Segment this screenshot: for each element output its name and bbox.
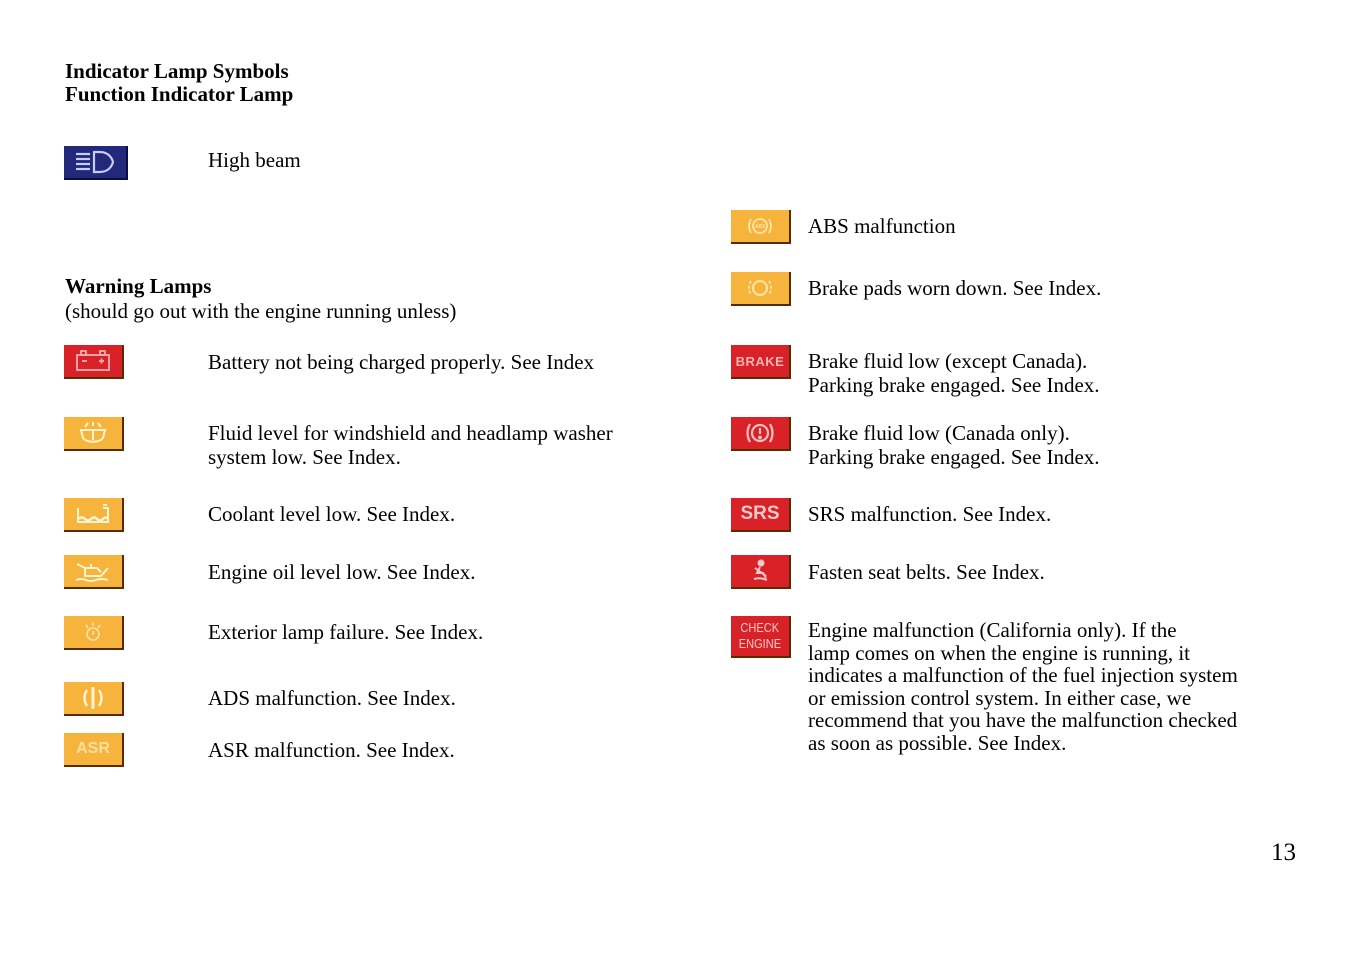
check-engine-description: Engine malfunction (California only). If…: [808, 618, 1238, 755]
heading-indicator-lamp-symbols: Indicator Lamp Symbols: [65, 59, 289, 83]
brake-pad-description: Brake pads worn down. See Index.: [808, 276, 1102, 300]
washer-fluid-description: Fluid level for windshield and headlamp …: [208, 421, 613, 469]
srs-icon: SRS: [731, 498, 791, 532]
oil-can-icon: [64, 555, 124, 589]
warning-lamps-title: Warning Lamps: [65, 274, 212, 298]
ads-description: ADS malfunction. See Index.: [208, 686, 456, 710]
brake-pad-icon: [731, 272, 791, 306]
warning-lamps-subtitle: (should go out with the engine running u…: [65, 299, 457, 323]
high-beam-description: High beam: [208, 148, 301, 172]
svg-text:ABS: ABS: [755, 224, 766, 230]
warning-lamps-section: Warning Lamps (should go out with the en…: [65, 274, 456, 324]
coolant-level-icon: [64, 498, 124, 532]
brake-text-icon: BRAKE: [731, 345, 791, 379]
exterior-lamp-icon: [64, 616, 124, 650]
battery-icon: [64, 345, 124, 379]
asr-icon: ASR: [64, 733, 124, 767]
page-heading: Indicator Lamp Symbols Function Indicato…: [65, 60, 293, 106]
abs-icon: ABS: [731, 210, 791, 244]
brake-symbol-icon: [731, 417, 791, 451]
coolant-level-description: Coolant level low. See Index.: [208, 502, 456, 526]
high-beam-icon: [64, 146, 128, 180]
washer-fluid-icon: [64, 417, 124, 451]
asr-description: ASR malfunction. See Index.: [208, 738, 455, 762]
srs-description: SRS malfunction. See Index.: [808, 502, 1052, 526]
check-engine-icon: CHECK ENGINE: [731, 616, 791, 658]
ads-icon: [64, 682, 124, 716]
seat-belt-icon: [731, 555, 791, 589]
abs-description: ABS malfunction: [808, 214, 956, 238]
oil-level-description: Engine oil level low. See Index.: [208, 560, 476, 584]
seat-belt-description: Fasten seat belts. See Index.: [808, 560, 1045, 584]
brake-fluid-canada-description: Brake fluid low (Canada only). Parking b…: [808, 421, 1100, 469]
page-number: 13: [1271, 839, 1296, 866]
battery-description: Battery not being charged properly. See …: [208, 350, 595, 374]
heading-function-indicator-lamp: Function Indicator Lamp: [65, 82, 294, 106]
brake-fluid-description: Brake fluid low (except Canada). Parking…: [808, 349, 1100, 397]
exterior-lamp-description: Exterior lamp failure. See Index.: [208, 620, 484, 644]
